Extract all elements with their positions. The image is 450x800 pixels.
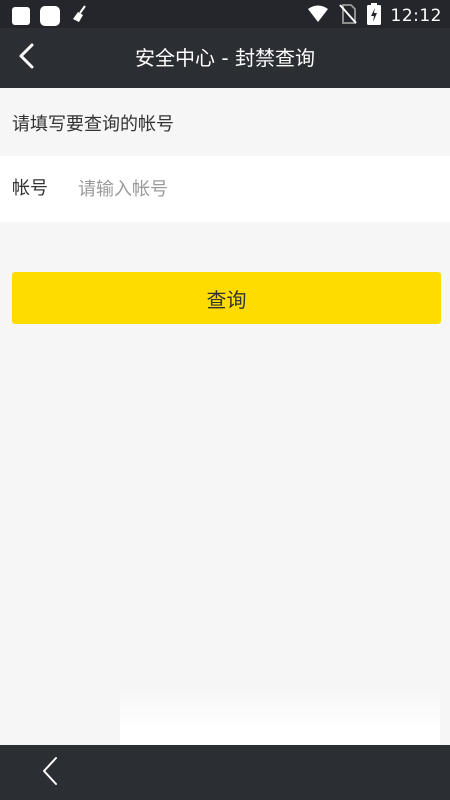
nav-back-button[interactable] [30, 753, 70, 793]
app-square-icon [40, 6, 60, 26]
app-header: 安全中心 - 封禁查询 [0, 28, 450, 88]
status-left-icons [12, 4, 90, 28]
notification-square-icon [12, 7, 30, 25]
section-hint: 请填写要查询的帐号 [12, 114, 174, 135]
query-button[interactable]: 查询 [12, 272, 441, 324]
broom-icon [70, 4, 90, 28]
no-sim-icon [338, 4, 357, 28]
account-label: 帐号 [12, 178, 48, 199]
status-bar: 12:12 [0, 0, 450, 28]
page-title: 安全中心 - 封禁查询 [135, 46, 315, 70]
nav-bar [0, 745, 450, 800]
status-time: 12:12 [390, 6, 442, 26]
account-row: 帐号 [0, 156, 450, 222]
back-button[interactable] [4, 36, 48, 80]
chevron-left-icon [16, 42, 36, 74]
wifi-icon [307, 5, 329, 27]
battery-charging-icon [366, 3, 381, 29]
nav-back-icon [40, 756, 60, 790]
status-right-icons: 12:12 [307, 3, 443, 29]
account-input[interactable] [78, 169, 428, 209]
screen: 12:12 安全中心 - 封禁查询 请填写要查询的帐号 帐号 查询 [0, 0, 450, 800]
nav-bar-highlight [120, 686, 440, 746]
